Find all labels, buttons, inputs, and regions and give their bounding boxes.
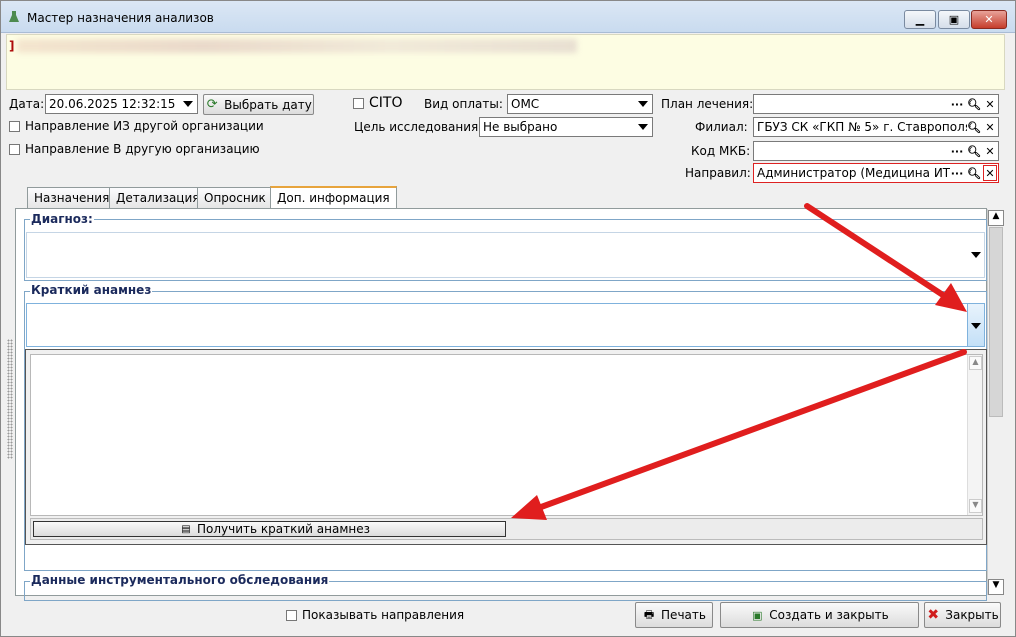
wizard-window: Мастер назначения анализов ▁ ▣ ✕ ] Дата:… bbox=[0, 0, 1016, 637]
annotation-arrows bbox=[511, 203, 967, 520]
annotation-arrow-1 bbox=[804, 203, 967, 312]
annotation-arrow-2 bbox=[511, 349, 967, 520]
